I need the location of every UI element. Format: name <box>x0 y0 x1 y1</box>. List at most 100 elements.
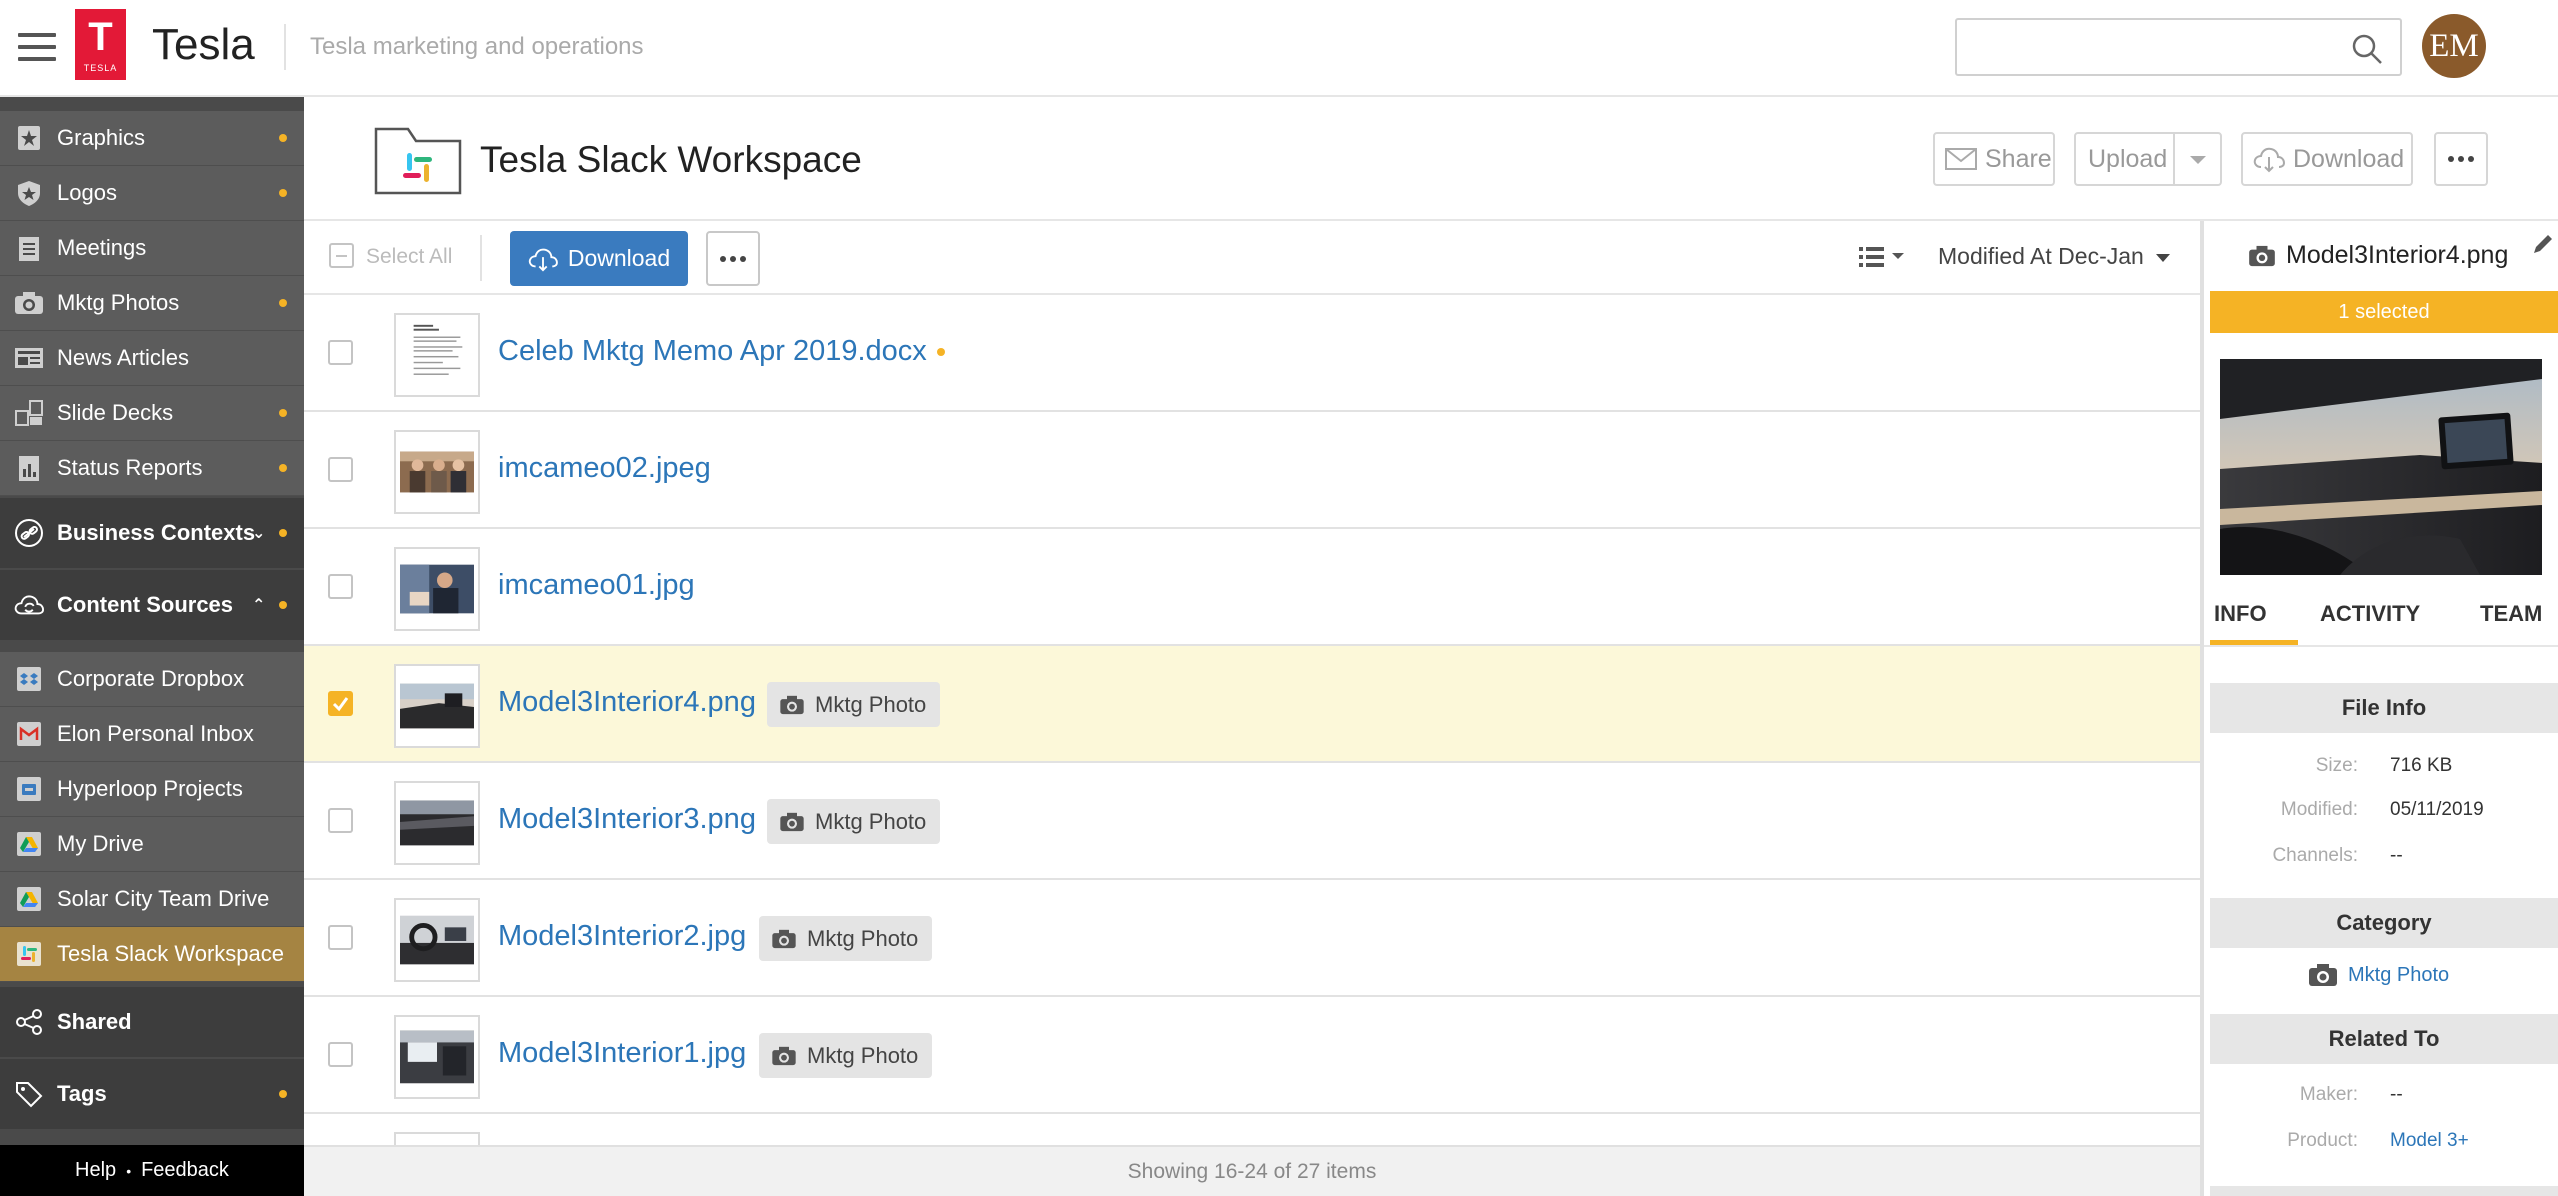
caret-down-icon[interactable] <box>2190 156 2206 164</box>
table-row-selected[interactable]: Model3Interior4.png Mktg Photo <box>304 646 2200 763</box>
sidebar-item-meetings[interactable]: Meetings <box>0 221 304 276</box>
table-row[interactable] <box>304 1114 2200 1145</box>
file-thumbnail[interactable] <box>394 430 480 514</box>
sidebar-group-tags[interactable]: Tags <box>0 1059 304 1129</box>
tab-activity[interactable]: ACTIVITY <box>2320 601 2420 645</box>
star-badge-icon <box>14 123 44 153</box>
file-thumbnail[interactable] <box>394 547 480 631</box>
file-name-link[interactable]: Celeb Mktg Memo Apr 2019.docx <box>498 335 945 368</box>
sidebar-item-status-reports[interactable]: Status Reports <box>0 441 304 496</box>
feedback-link[interactable]: Feedback <box>141 1159 229 1182</box>
tab-team[interactable]: TEAM <box>2480 601 2542 645</box>
chevron-down-icon[interactable]: ⌄ <box>252 523 265 543</box>
cloud-download-icon <box>2253 147 2285 173</box>
toolbar-more-button[interactable] <box>706 231 760 286</box>
unread-dot <box>279 1090 287 1098</box>
more-icon <box>2448 156 2474 162</box>
file-name-link[interactable]: Model3Interior1.jpg <box>498 1037 746 1070</box>
sidebar-group-shared[interactable]: Shared <box>0 987 304 1057</box>
category-link[interactable]: Mktg Photo <box>2308 963 2449 987</box>
file-thumbnail[interactable] <box>394 1015 480 1099</box>
sidebar-source-solar-city-team-drive[interactable]: Solar City Team Drive <box>0 872 304 927</box>
app-subtitle: Tesla marketing and operations <box>310 33 644 60</box>
notepad-icon <box>14 233 44 263</box>
category-tag[interactable]: Mktg Photo <box>767 682 941 727</box>
help-feedback-bar: Help • Feedback <box>0 1145 304 1196</box>
report-icon <box>14 453 44 483</box>
sidebar-item-graphics[interactable]: Graphics <box>0 111 304 166</box>
download-header-button[interactable]: Download <box>2241 132 2413 186</box>
file-name-link[interactable]: Model3Interior3.png <box>498 803 756 836</box>
chevron-up-icon[interactable]: ⌃ <box>252 595 265 615</box>
slack-folder-icon <box>374 123 462 195</box>
share-button[interactable]: Share <box>1933 132 2055 186</box>
sidebar-item-news-articles[interactable]: News Articles <box>0 331 304 386</box>
table-row[interactable]: imcameo01.jpg <box>304 529 2200 646</box>
category-tag[interactable]: Mktg Photo <box>759 1033 933 1078</box>
search-input[interactable] <box>1955 18 2402 76</box>
table-row[interactable]: Celeb Mktg Memo Apr 2019.docx <box>304 295 2200 412</box>
channels-label: Channels: <box>2272 845 2358 866</box>
sidebar-source-hyperloop-projects[interactable]: Hyperloop Projects <box>0 762 304 817</box>
file-thumbnail[interactable] <box>394 1132 480 1145</box>
row-checkbox-checked[interactable] <box>328 691 353 716</box>
tab-info[interactable]: INFO <box>2210 601 2298 645</box>
sidebar-item-slide-decks[interactable]: Slide Decks <box>0 386 304 441</box>
sidebar-group-business-contexts[interactable]: Business Contexts ⌄ <box>0 498 304 568</box>
sidebar-source-corporate-dropbox[interactable]: Corporate Dropbox <box>0 652 304 707</box>
file-thumbnail[interactable] <box>394 664 480 748</box>
unread-dot <box>279 299 287 307</box>
file-name-link[interactable]: Model3Interior4.png <box>498 686 756 719</box>
download-button[interactable]: Download <box>510 231 688 286</box>
tesla-logo[interactable]: T TESLA <box>75 9 126 80</box>
modified-value: 05/11/2019 <box>2390 799 2484 820</box>
tag-icon <box>14 1079 44 1109</box>
folder-more-button[interactable] <box>2434 132 2488 186</box>
top-bar: T TESLA Tesla Tesla marketing and operat… <box>0 0 2558 97</box>
file-preview-image[interactable] <box>2220 359 2542 575</box>
user-avatar[interactable]: EM <box>2422 14 2486 78</box>
table-row[interactable]: Model3Interior2.jpg Mktg Photo <box>304 880 2200 997</box>
search-icon[interactable] <box>2350 32 2384 66</box>
upload-button[interactable]: Upload <box>2074 132 2222 186</box>
row-checkbox[interactable] <box>328 340 353 365</box>
help-link[interactable]: Help <box>75 1159 116 1182</box>
category-tag[interactable]: Mktg Photo <box>759 916 933 961</box>
sidebar-source-elon-personal-inbox[interactable]: Elon Personal Inbox <box>0 707 304 762</box>
share-label: Share <box>1985 144 2052 173</box>
row-checkbox[interactable] <box>328 574 353 599</box>
row-checkbox[interactable] <box>328 1042 353 1067</box>
pencil-edit-icon[interactable] <box>2530 231 2556 257</box>
sidebar-item-mktg-photos[interactable]: Mktg Photos <box>0 276 304 331</box>
select-all-label[interactable]: Select All <box>366 245 452 269</box>
category-tag[interactable]: Mktg Photo <box>767 799 941 844</box>
folder-header: Tesla Slack Workspace Share Upload Downl… <box>304 97 2558 221</box>
view-toggle-button[interactable] <box>1859 245 1907 271</box>
sidebar-source-my-drive[interactable]: My Drive <box>0 817 304 872</box>
sidebar-group-label: Content Sources <box>57 592 234 617</box>
table-row[interactable]: Model3Interior3.png Mktg Photo <box>304 763 2200 880</box>
category-tag-label: Mktg Photo <box>807 1042 919 1068</box>
row-checkbox[interactable] <box>328 457 353 482</box>
sort-dropdown[interactable]: Modified At Dec-Jan <box>1938 243 2171 270</box>
sidebar-item-logos[interactable]: Logos <box>0 166 304 221</box>
select-all-checkbox[interactable] <box>329 243 354 268</box>
file-thumbnail[interactable] <box>394 781 480 865</box>
drive-folder-icon <box>14 774 44 804</box>
panel-file-name: Model3Interior4.png <box>2286 241 2509 269</box>
row-checkbox[interactable] <box>328 808 353 833</box>
hamburger-menu-icon[interactable] <box>18 33 56 63</box>
sidebar-group-content-sources[interactable]: Content Sources ⌃ <box>0 570 304 640</box>
list-view-icon <box>1859 247 1904 267</box>
row-checkbox[interactable] <box>328 925 353 950</box>
file-name-link[interactable]: Model3Interior2.jpg <box>498 920 746 953</box>
sidebar-source-tesla-slack-workspace[interactable]: Tesla Slack Workspace <box>0 927 304 982</box>
related-to-heading: Related To <box>2210 1014 2558 1064</box>
file-thumbnail[interactable] <box>394 313 480 397</box>
product-link[interactable]: Model 3+ <box>2390 1130 2469 1152</box>
table-row[interactable]: Model3Interior1.jpg Mktg Photo <box>304 997 2200 1114</box>
file-name-link[interactable]: imcameo02.jpeg <box>498 452 711 485</box>
file-name-link[interactable]: imcameo01.jpg <box>498 569 695 602</box>
file-thumbnail[interactable] <box>394 898 480 982</box>
table-row[interactable]: imcameo02.jpeg <box>304 412 2200 529</box>
